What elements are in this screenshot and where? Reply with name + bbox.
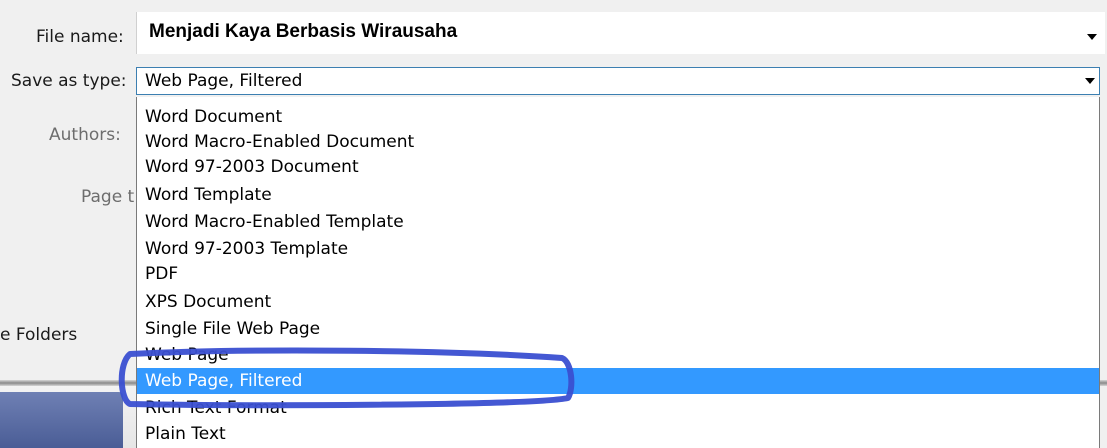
dropdown-item-web-page-filtered[interactable]: Web Page, Filtered — [137, 368, 1099, 394]
dropdown-item-word-macro-template[interactable]: Word Macro-Enabled Template — [137, 210, 1099, 234]
save-as-type-select[interactable]: Web Page, Filtered — [136, 67, 1100, 95]
dropdown-item-word-macro-document[interactable]: Word Macro-Enabled Document — [137, 130, 1099, 154]
chevron-down-icon[interactable] — [1085, 78, 1095, 84]
file-name-label: File name: — [36, 27, 124, 47]
bottom-button[interactable] — [0, 392, 123, 448]
dropdown-item-word-97-2003-document[interactable]: Word 97-2003 Document — [137, 155, 1099, 179]
file-name-value: Menjadi Kaya Berbasis Wirausaha — [149, 21, 458, 42]
save-as-type-value: Web Page, Filtered — [145, 71, 303, 91]
dropdown-item-single-file-web-page[interactable]: Single File Web Page — [137, 317, 1099, 341]
dropdown-item-web-page[interactable]: Web Page — [137, 343, 1099, 367]
dropdown-item-rich-text-format[interactable]: Rich Text Format — [137, 396, 1099, 420]
chevron-down-icon[interactable] — [1087, 34, 1097, 40]
dropdown-item-word-document[interactable]: Word Document — [137, 105, 1099, 129]
file-name-field[interactable]: Menjadi Kaya Berbasis Wirausaha — [136, 12, 1105, 54]
dropdown-item-word-template[interactable]: Word Template — [137, 183, 1099, 207]
save-as-type-label: Save as type: — [11, 71, 127, 91]
page-title-label: Page t — [81, 187, 135, 207]
dropdown-item-xps-document[interactable]: XPS Document — [137, 290, 1099, 314]
dropdown-item-pdf[interactable]: PDF — [137, 262, 1099, 286]
dropdown-item-word-97-2003-template[interactable]: Word 97-2003 Template — [137, 237, 1099, 261]
right-edge — [1100, 95, 1107, 448]
authors-label: Authors: — [49, 125, 121, 145]
hide-folders-label[interactable]: e Folders — [0, 324, 77, 346]
right-splitter-bar — [1100, 380, 1107, 386]
save-as-type-dropdown-list[interactable]: Word Document Word Macro-Enabled Documen… — [136, 97, 1100, 448]
dropdown-item-plain-text[interactable]: Plain Text — [137, 422, 1099, 446]
